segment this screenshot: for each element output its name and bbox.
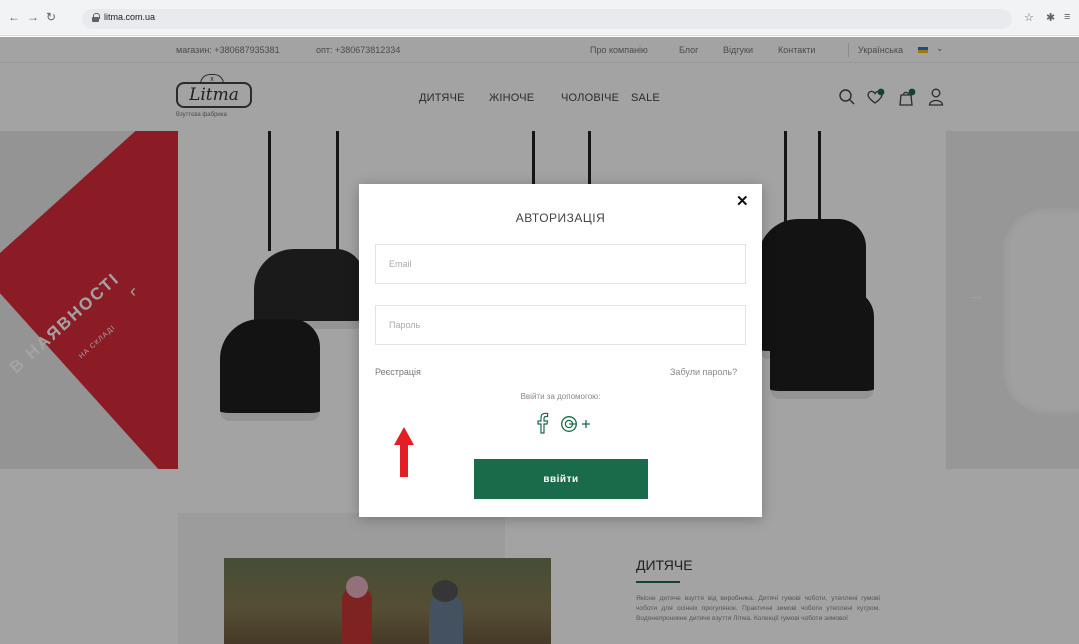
modal-title: АВТОРИЗАЦІЯ [515,211,606,225]
forgot-password-link[interactable]: Забули пароль? [670,367,737,377]
register-link[interactable]: Реєстрація [375,367,421,377]
webpage: магазин: +380687935381 опт: +38067381233… [0,37,1079,644]
address-bar[interactable]: litma.com.ua [82,9,1012,29]
auth-modal: ✕ АВТОРИЗАЦІЯ Реєстрація Забули пароль? … [359,184,762,517]
google-plus-icon[interactable] [560,415,594,433]
menu-list-icon[interactable]: ≡ [1064,11,1070,23]
forward-arrow-icon[interactable]: → [27,10,39,24]
lock-icon [92,13,100,22]
email-field[interactable] [375,244,746,284]
back-arrow-icon[interactable]: ← [8,10,20,24]
extension-puzzle-icon[interactable]: ✱ [1046,11,1055,24]
reload-icon[interactable]: ↻ [46,10,56,24]
facebook-icon[interactable] [535,412,549,434]
password-field[interactable] [375,305,746,345]
annotation-arrow-icon [394,427,414,477]
browser-toolbar: ← → ↻ litma.com.ua ☆ ✱ ≡ [0,0,1079,36]
close-icon[interactable]: ✕ [736,192,749,210]
star-icon[interactable]: ☆ [1024,11,1034,24]
address-url: litma.com.ua [104,12,156,22]
social-login-label: Ввійти за допомогою: [520,392,601,401]
login-button[interactable]: ввійти [474,459,648,499]
